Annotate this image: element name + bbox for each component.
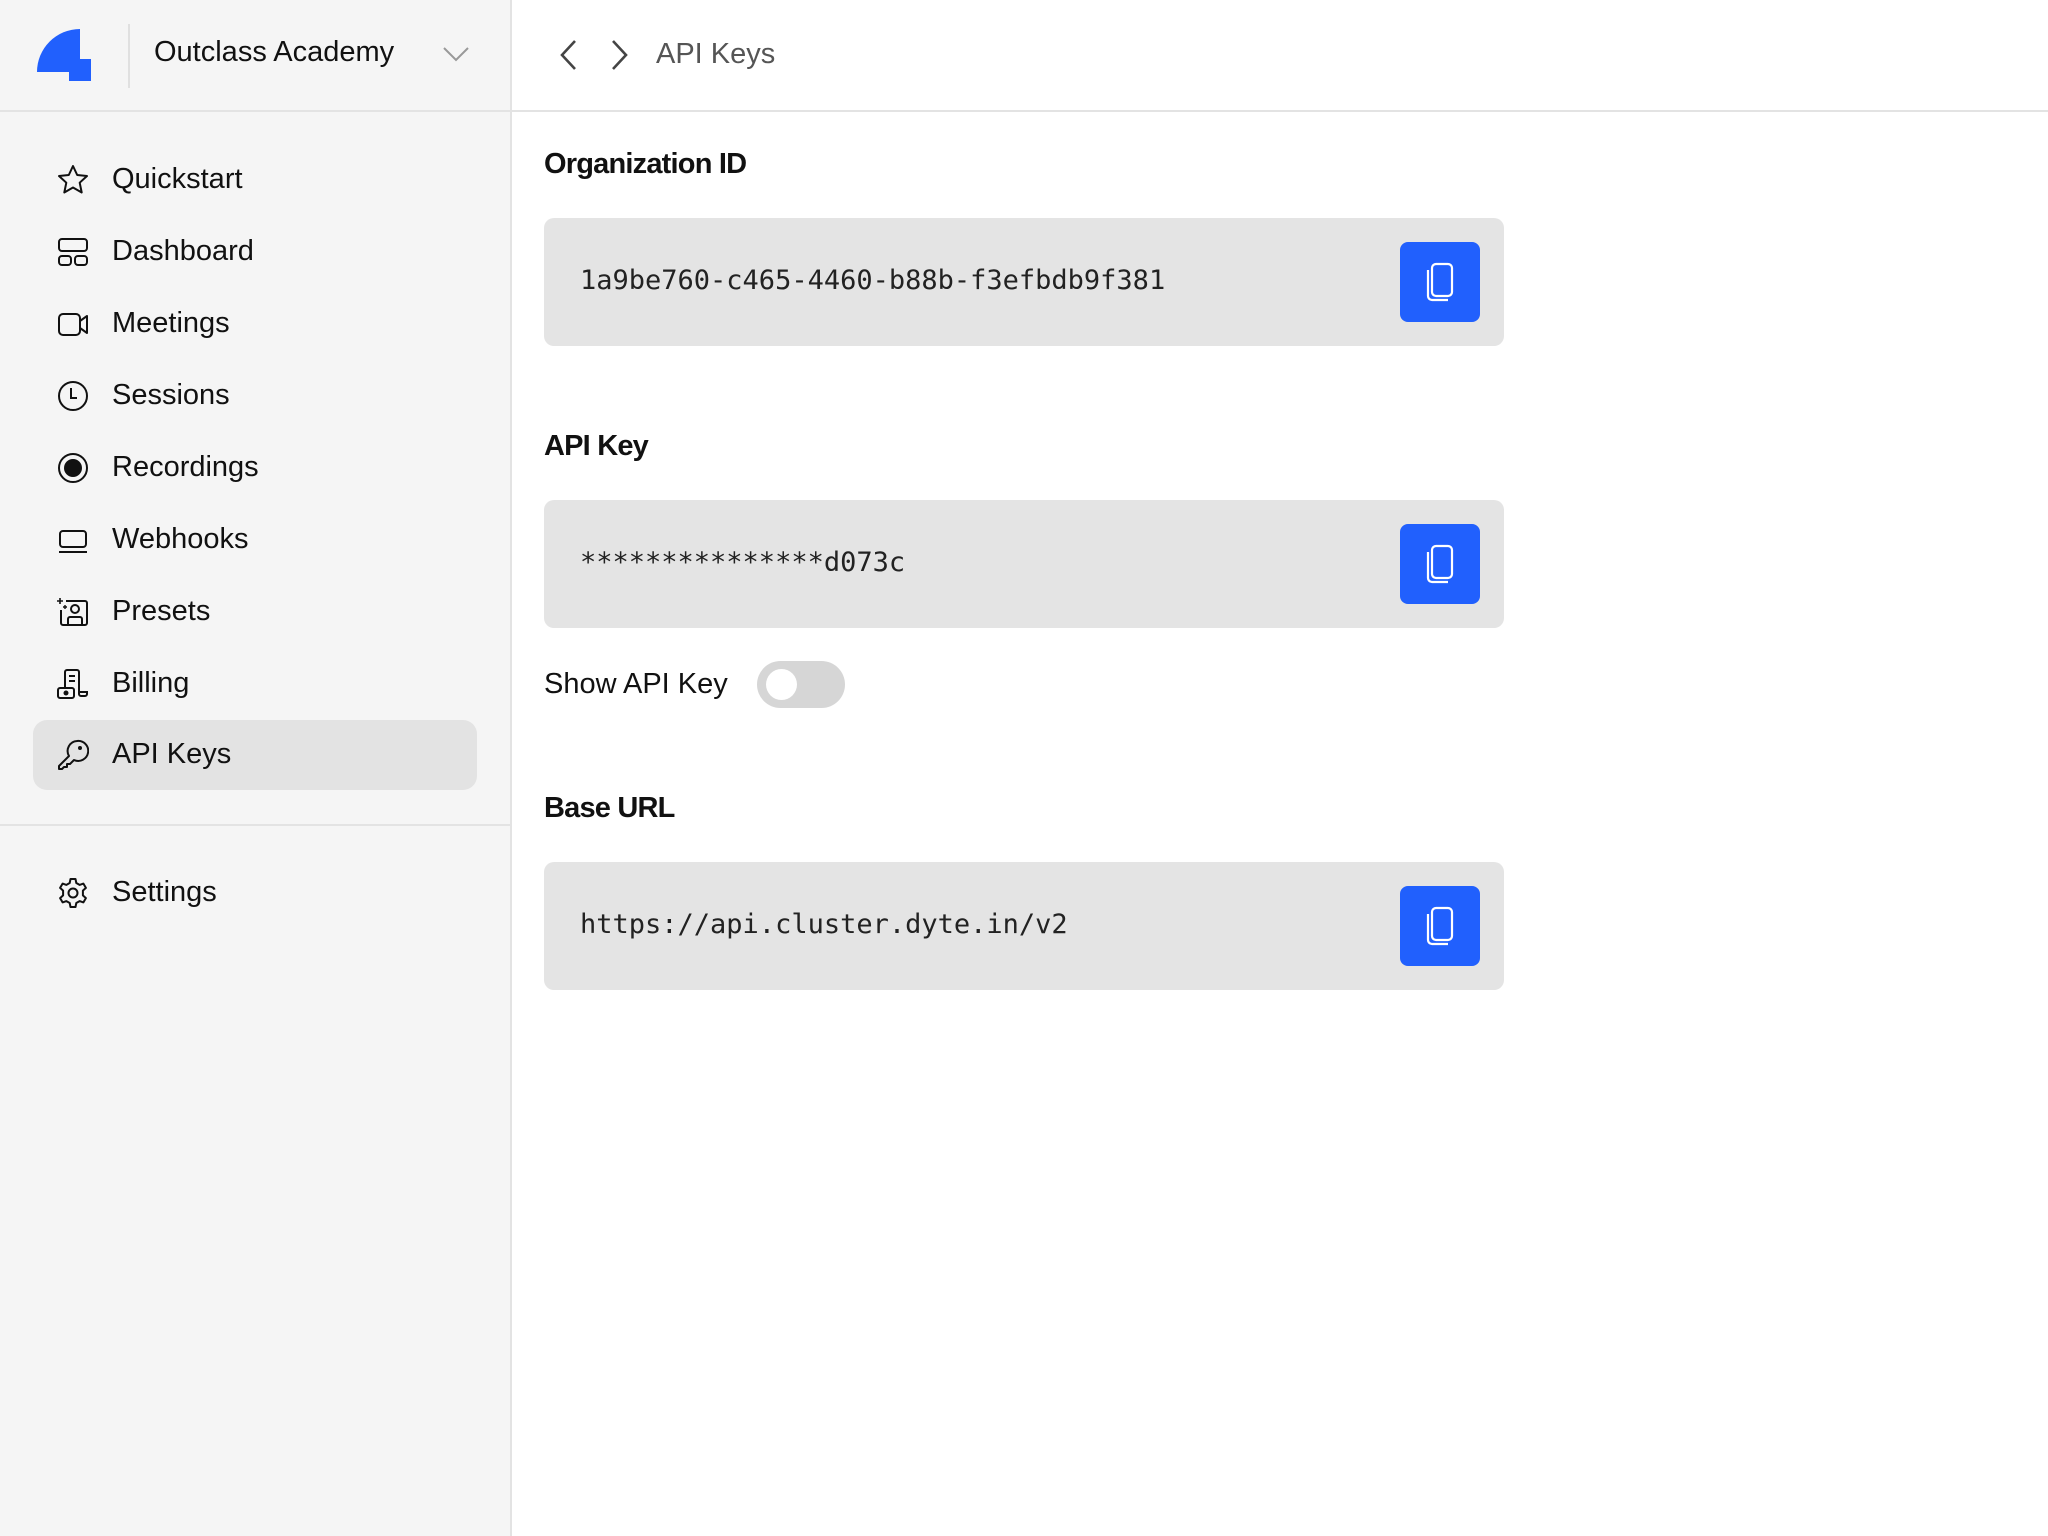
sidebar-item-label: Billing	[112, 667, 190, 699]
sidebar-item-label: API Keys	[112, 738, 232, 770]
sidebar-item-label: Dashboard	[112, 235, 254, 267]
record-icon	[58, 453, 88, 483]
sidebar-item-label: Meetings	[112, 307, 230, 339]
user-preset-icon	[57, 598, 88, 626]
api-key-value[interactable]: ***************d073c	[580, 547, 905, 578]
show-api-key-toggle[interactable]	[757, 661, 845, 708]
sidebar-item-webhooks[interactable]: Webhooks	[33, 505, 477, 575]
sidebar-item-dashboard[interactable]: Dashboard	[33, 217, 477, 287]
sidebar-item-label: Webhooks	[112, 523, 249, 555]
api-key-field: ***************d073c	[544, 500, 1504, 628]
base-url-value[interactable]: https://api.cluster.dyte.in/v2	[580, 909, 1068, 940]
copy-icon	[1426, 906, 1454, 946]
sidebar-header: Outclass Academy	[0, 0, 510, 112]
organization-id-title: Organization ID	[544, 148, 747, 180]
star-icon	[58, 165, 88, 194]
organization-id-field: 1a9be760-c465-4460-b88b-f3efbdb9f381	[544, 218, 1504, 346]
chevron-left-icon[interactable]	[556, 38, 582, 72]
toggle-knob	[766, 669, 797, 700]
sidebar-item-quickstart[interactable]: Quickstart	[33, 145, 477, 215]
billing-receipt-icon	[57, 669, 88, 699]
video-camera-icon	[58, 313, 88, 336]
copy-api-key-button[interactable]	[1400, 524, 1480, 604]
dyte-logo-icon[interactable]	[36, 28, 92, 82]
base-url-title: Base URL	[544, 792, 675, 824]
sidebar-item-settings[interactable]: Settings	[33, 858, 477, 928]
sidebar-divider	[0, 824, 510, 826]
copy-base-url-button[interactable]	[1400, 886, 1480, 966]
topbar: API Keys	[512, 0, 2048, 112]
header-divider	[128, 24, 130, 88]
api-key-title: API Key	[544, 430, 649, 462]
sidebar-item-api-keys[interactable]: API Keys	[33, 720, 477, 790]
sidebar-item-meetings[interactable]: Meetings	[33, 289, 477, 359]
chevron-right-icon[interactable]	[606, 38, 632, 72]
sidebar-item-label: Quickstart	[112, 163, 243, 195]
chevron-down-icon[interactable]	[442, 44, 470, 64]
copy-icon	[1426, 544, 1454, 584]
sidebar-item-label: Settings	[112, 876, 217, 908]
dashboard-icon	[58, 238, 88, 266]
gear-icon	[59, 878, 87, 908]
base-url-field: https://api.cluster.dyte.in/v2	[544, 862, 1504, 990]
copy-icon	[1426, 262, 1454, 302]
laptop-icon	[59, 530, 87, 553]
sidebar-item-sessions[interactable]: Sessions	[33, 361, 477, 431]
sidebar-item-label: Sessions	[112, 379, 230, 411]
show-api-key-label: Show API Key	[544, 668, 728, 700]
copy-organization-id-button[interactable]	[1400, 242, 1480, 322]
key-icon	[58, 739, 89, 770]
clock-icon	[58, 381, 88, 411]
sidebar-item-label: Recordings	[112, 451, 259, 483]
org-switcher-name[interactable]: Outclass Academy	[154, 36, 394, 69]
sidebar-item-recordings[interactable]: Recordings	[33, 433, 477, 503]
breadcrumb: API Keys	[656, 38, 776, 70]
sidebar: Outclass Academy Quickstart Dashboard Me…	[0, 0, 512, 1536]
sidebar-item-presets[interactable]: Presets	[33, 577, 477, 647]
organization-id-value[interactable]: 1a9be760-c465-4460-b88b-f3efbdb9f381	[580, 265, 1165, 296]
sidebar-item-label: Presets	[112, 595, 211, 627]
sidebar-item-billing[interactable]: Billing	[33, 649, 477, 719]
